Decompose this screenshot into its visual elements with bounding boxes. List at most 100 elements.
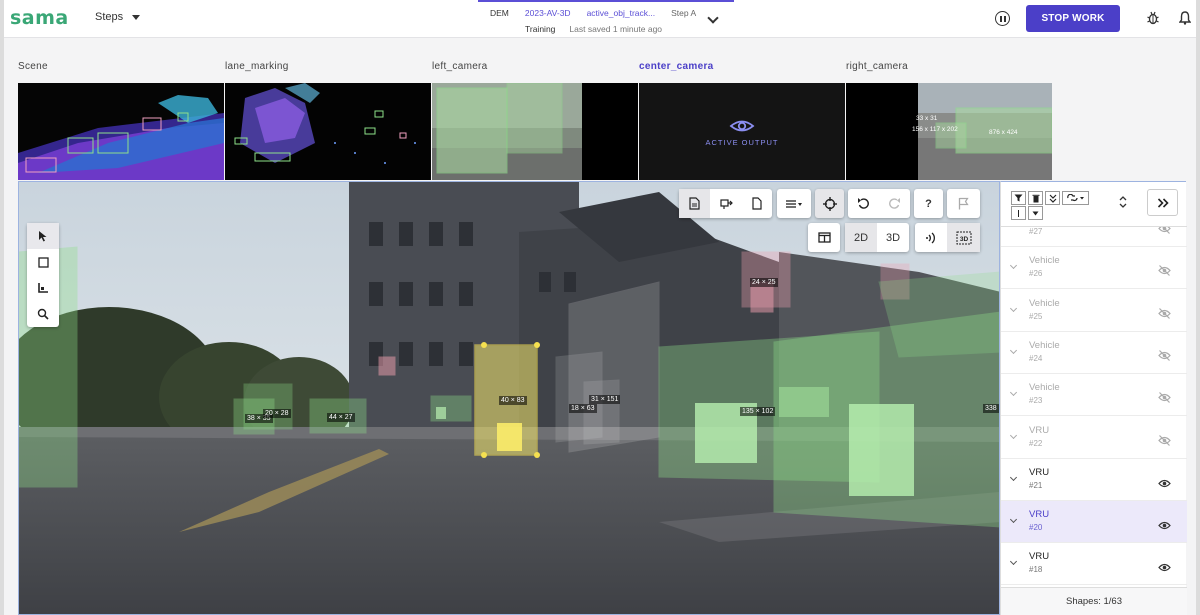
eye-off-icon[interactable]	[1158, 306, 1171, 324]
cuboid-small[interactable]	[430, 395, 472, 422]
radar-button[interactable]	[915, 223, 947, 252]
chevron-down-icon[interactable]	[1009, 389, 1018, 397]
flag-button[interactable]	[947, 189, 980, 218]
active-output-label: ACTIVE OUTPUT	[705, 138, 778, 147]
shape-list-item[interactable]: #27	[1001, 227, 1187, 247]
settings-toolbar	[777, 189, 811, 218]
dropdown-toggle[interactable]	[1028, 206, 1043, 220]
lane-marking-thumbnail[interactable]	[225, 83, 431, 180]
shape-list-item[interactable]: Vehicle #23	[1001, 374, 1187, 417]
shape-class-label: Vehicle	[1029, 297, 1060, 309]
bell-icon[interactable]	[1179, 11, 1191, 25]
collapse-panel-button[interactable]	[1147, 189, 1178, 216]
link-dropdown[interactable]	[1062, 191, 1089, 205]
steps-menu[interactable]: Steps	[95, 11, 141, 23]
collapse-all-button[interactable]	[1045, 191, 1060, 205]
right-camera-thumbnail[interactable]: 33 x 31 156 x 117 x 202 876 x 424	[846, 83, 1052, 180]
eye-icon[interactable]	[1158, 517, 1171, 535]
cuboid-gray-pole[interactable]	[555, 281, 660, 453]
box-label: 31 × 151	[589, 395, 621, 404]
page-button[interactable]	[679, 189, 710, 218]
signal-icon	[926, 232, 935, 243]
filter-button[interactable]	[1011, 191, 1026, 205]
breadcrumb-batch[interactable]: 2023-AV-3D	[525, 8, 571, 18]
eye-off-icon[interactable]	[1158, 227, 1171, 239]
chevron-down-icon[interactable]	[1009, 304, 1018, 312]
camera-tabs: Scene lane_marking left_camera center_ca…	[4, 58, 1196, 74]
eye-off-icon[interactable]	[1158, 390, 1171, 408]
shape-class-label: VRU	[1029, 424, 1050, 436]
polyline-tool[interactable]	[27, 275, 59, 301]
box-tool[interactable]	[27, 249, 59, 275]
stop-work-button[interactable]: STOP WORK	[1026, 5, 1120, 32]
shape-class-label: Vehicle	[1029, 339, 1060, 351]
box-label: 40 × 83	[499, 396, 527, 405]
document-toolbar	[679, 189, 772, 218]
chevron-down-icon[interactable]	[1009, 431, 1018, 439]
shape-list-item[interactable]: VRU #21	[1001, 459, 1187, 501]
tab-right-camera[interactable]: right_camera	[846, 61, 908, 72]
center-camera-viewport[interactable]: 24 × 25 38 × 35 20 × 28 44 × 27 40 × 83 …	[18, 181, 1000, 615]
pause-button[interactable]	[995, 11, 1010, 26]
top-bar: sama Steps DEM 2023-AV-3D active_obj_tra…	[4, 0, 1196, 38]
chevron-down-icon[interactable]	[1009, 516, 1018, 524]
center-camera-thumbnail[interactable]: ACTIVE OUTPUT	[639, 83, 845, 180]
tab-center-camera[interactable]: center_camera	[639, 61, 714, 72]
redo-button[interactable]	[879, 189, 910, 218]
split-view-icon	[817, 232, 831, 243]
view-3d-button[interactable]: 3D	[877, 223, 909, 252]
right-thumb-label-b: 156 x 117 x 202	[912, 126, 958, 133]
shape-list-item[interactable]: Vehicle #25	[1001, 290, 1187, 332]
eye-off-icon[interactable]	[1158, 348, 1171, 366]
chevron-down-icon[interactable]	[1009, 558, 1018, 566]
shape-class-label: VRU	[1029, 466, 1050, 478]
chevron-down-icon[interactable]	[1009, 346, 1018, 354]
eye-icon[interactable]	[1158, 559, 1171, 577]
filter-icon	[1014, 194, 1023, 202]
crosshair-button[interactable]	[815, 189, 844, 218]
filter-settings-button[interactable]	[777, 189, 811, 218]
crosshair-icon	[822, 196, 837, 211]
select-tool[interactable]	[27, 223, 59, 249]
shape-id-label: #24	[1029, 353, 1043, 363]
undo-button[interactable]	[848, 189, 879, 218]
cursor-select-button[interactable]	[1011, 206, 1026, 220]
eye-off-icon[interactable]	[1158, 263, 1171, 281]
app-frame: sama Steps DEM 2023-AV-3D active_obj_tra…	[4, 0, 1196, 615]
box-label: 44 × 27	[327, 413, 355, 422]
zoom-tool[interactable]	[27, 301, 59, 327]
shape-list-item[interactable]: VRU #20	[1001, 501, 1187, 544]
shapes-panel: #27 Vehicle #26 Vehicle #25 Vehicle #24 Vehicle…	[1000, 181, 1187, 615]
chevron-down-icon[interactable]	[1009, 473, 1018, 481]
breadcrumb-project[interactable]: DEM	[490, 8, 509, 18]
cuboid-b9[interactable]	[773, 271, 1000, 528]
shape-list-item[interactable]: Vehicle #26	[1001, 247, 1187, 290]
bug-icon[interactable]	[1147, 11, 1159, 25]
flag-toolbar	[947, 189, 980, 218]
scene-thumbnail[interactable]	[18, 83, 224, 180]
eye-off-icon[interactable]	[1158, 433, 1171, 451]
eye-icon[interactable]	[1158, 475, 1171, 493]
box-label: 135 × 102	[740, 407, 776, 416]
active-output-image: ACTIVE OUTPUT	[639, 83, 845, 180]
tab-left-camera[interactable]: left_camera	[432, 61, 488, 72]
view-2d-button[interactable]: 2D	[845, 223, 877, 252]
cursor-icon	[39, 231, 47, 242]
breadcrumb-task[interactable]: active_obj_track...	[587, 8, 656, 18]
dimension-toggle: 2D 3D	[845, 223, 909, 252]
shape-list-item[interactable]: VRU #18	[1001, 543, 1187, 586]
file-button[interactable]	[741, 189, 772, 218]
shape-list-item[interactable]: VRU #22	[1001, 417, 1187, 459]
tab-scene[interactable]: Scene	[18, 61, 48, 72]
sort-button[interactable]	[1119, 194, 1127, 215]
trash-icon	[1032, 194, 1039, 202]
chevron-down-icon[interactable]	[1009, 262, 1018, 270]
cuboid-3d-button[interactable]: 3D	[947, 223, 980, 252]
shape-list-item[interactable]: Vehicle #24	[1001, 332, 1187, 374]
help-button[interactable]: ?	[914, 189, 943, 218]
tab-lane-marking[interactable]: lane_marking	[225, 61, 289, 72]
transform-button[interactable]	[710, 189, 741, 218]
delete-button[interactable]	[1028, 191, 1043, 205]
split-view-button[interactable]	[808, 223, 840, 252]
left-camera-thumbnail[interactable]	[432, 83, 638, 180]
